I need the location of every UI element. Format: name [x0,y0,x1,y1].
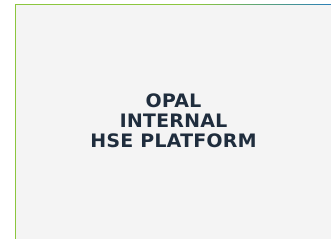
panel-top-accent-border [196,4,331,5]
platform-title: OPAL INTERNAL HSE PLATFORM [16,91,331,151]
platform-title-line-1: OPAL [145,90,202,112]
platform-title-panel: OPAL INTERNAL HSE PLATFORM [15,4,331,239]
app-frame: OPAL INTERNAL HSE PLATFORM [0,0,331,242]
platform-title-line-3: HSE PLATFORM [90,130,257,152]
platform-title-line-2: INTERNAL [119,110,228,132]
